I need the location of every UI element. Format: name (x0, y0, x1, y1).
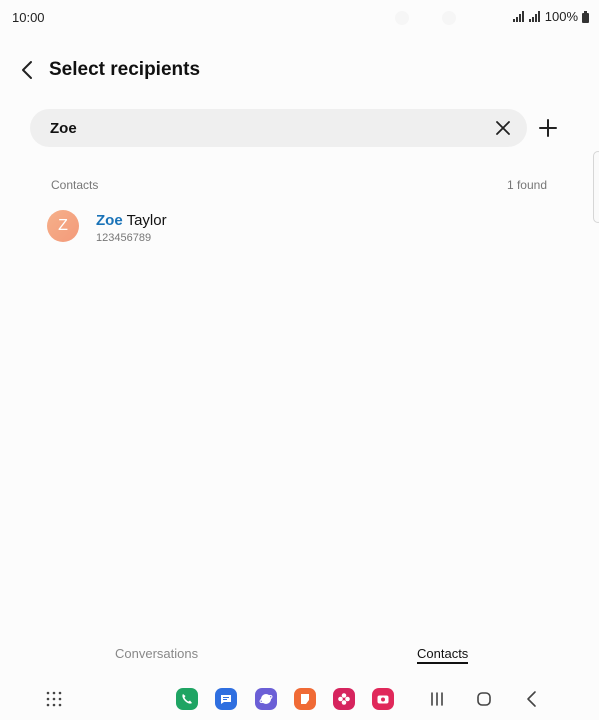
battery-icon (582, 10, 589, 23)
dock-app-gallery[interactable] (333, 688, 355, 710)
dock-app-phone[interactable] (176, 688, 198, 710)
battery-percent: 100% (544, 9, 578, 24)
messages-icon (221, 695, 231, 704)
contact-result-row[interactable]: Z Zoe Taylor 123456789 (40, 202, 560, 252)
camera-icon (377, 695, 389, 704)
dock-app-internet[interactable] (255, 688, 277, 710)
tab-conversations[interactable]: Conversations (115, 646, 198, 661)
contact-name-match: Zoe (96, 212, 123, 229)
plus-icon (539, 119, 557, 137)
recent-apps-button[interactable] (427, 689, 447, 709)
apps-button[interactable] (44, 689, 64, 709)
back-button[interactable] (16, 56, 40, 84)
active-tab-indicator (417, 662, 468, 664)
camera-cutout (395, 11, 409, 25)
dock-app-messages[interactable] (215, 688, 237, 710)
avatar: Z (47, 210, 79, 242)
gallery-icon (338, 693, 350, 705)
dock-app-notes[interactable] (294, 688, 316, 710)
home-button[interactable] (474, 689, 494, 709)
page-title: Select recipients (49, 59, 201, 80)
search-box[interactable] (30, 109, 527, 147)
status-bar: 10:00 100% (0, 0, 599, 34)
tab-contacts[interactable]: Contacts (417, 646, 468, 661)
chevron-left-icon (22, 61, 32, 79)
section-label-contacts: Contacts (51, 178, 99, 192)
contact-number: 123456789 (96, 232, 152, 244)
dock-app-camera[interactable] (372, 688, 394, 710)
edge-panel-handle[interactable] (593, 151, 599, 223)
home-icon (477, 692, 491, 706)
internet-icon (259, 694, 273, 704)
search-input[interactable] (50, 109, 470, 147)
notes-icon (301, 694, 309, 704)
app-header: Select recipients (0, 50, 599, 90)
signal-icon (512, 11, 524, 22)
contact-name: Zoe Taylor (96, 212, 167, 229)
status-time: 10:00 (12, 10, 45, 25)
add-recipient-button[interactable] (537, 117, 559, 139)
clear-search-button[interactable] (493, 118, 513, 138)
camera-cutout (442, 11, 456, 25)
close-icon (496, 121, 510, 135)
signal-icon (528, 11, 540, 22)
apps-grid-icon (46, 691, 62, 707)
found-count: 1 found (506, 178, 547, 192)
contact-name-rest: Taylor (122, 212, 167, 229)
phone-icon (182, 694, 192, 704)
chevron-left-icon (527, 691, 536, 707)
recent-apps-icon (431, 692, 443, 706)
nav-back-button[interactable] (522, 689, 542, 709)
status-indicators: 100% (512, 9, 589, 24)
